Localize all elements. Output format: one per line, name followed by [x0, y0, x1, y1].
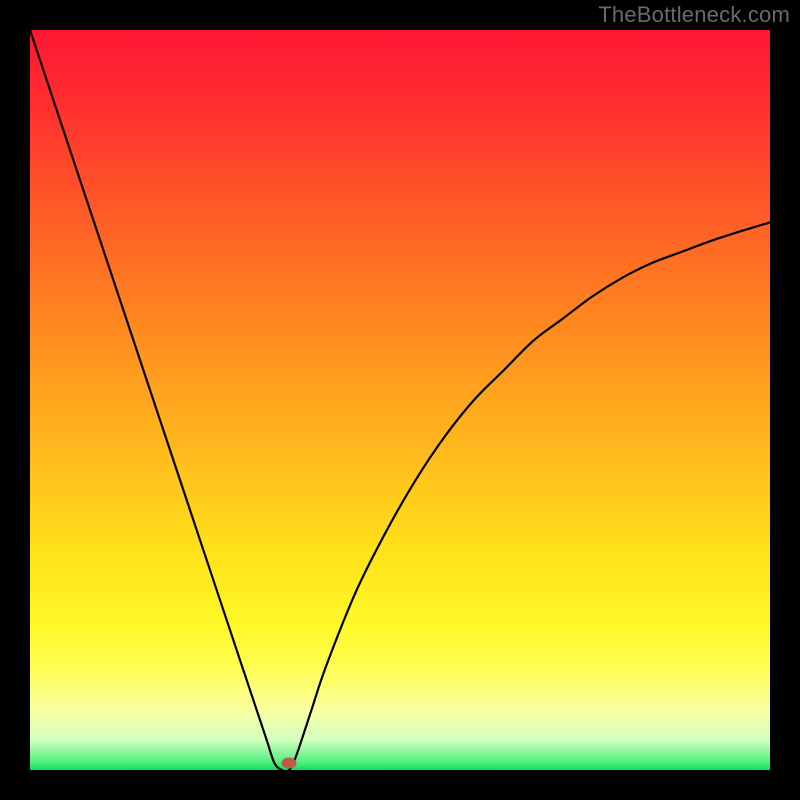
plot-area: [30, 30, 770, 770]
watermark-text: TheBottleneck.com: [598, 2, 790, 28]
curve-svg: [30, 30, 770, 770]
chart-container: TheBottleneck.com: [0, 0, 800, 800]
bottleneck-curve: [30, 30, 770, 771]
minimum-marker: [282, 757, 297, 768]
